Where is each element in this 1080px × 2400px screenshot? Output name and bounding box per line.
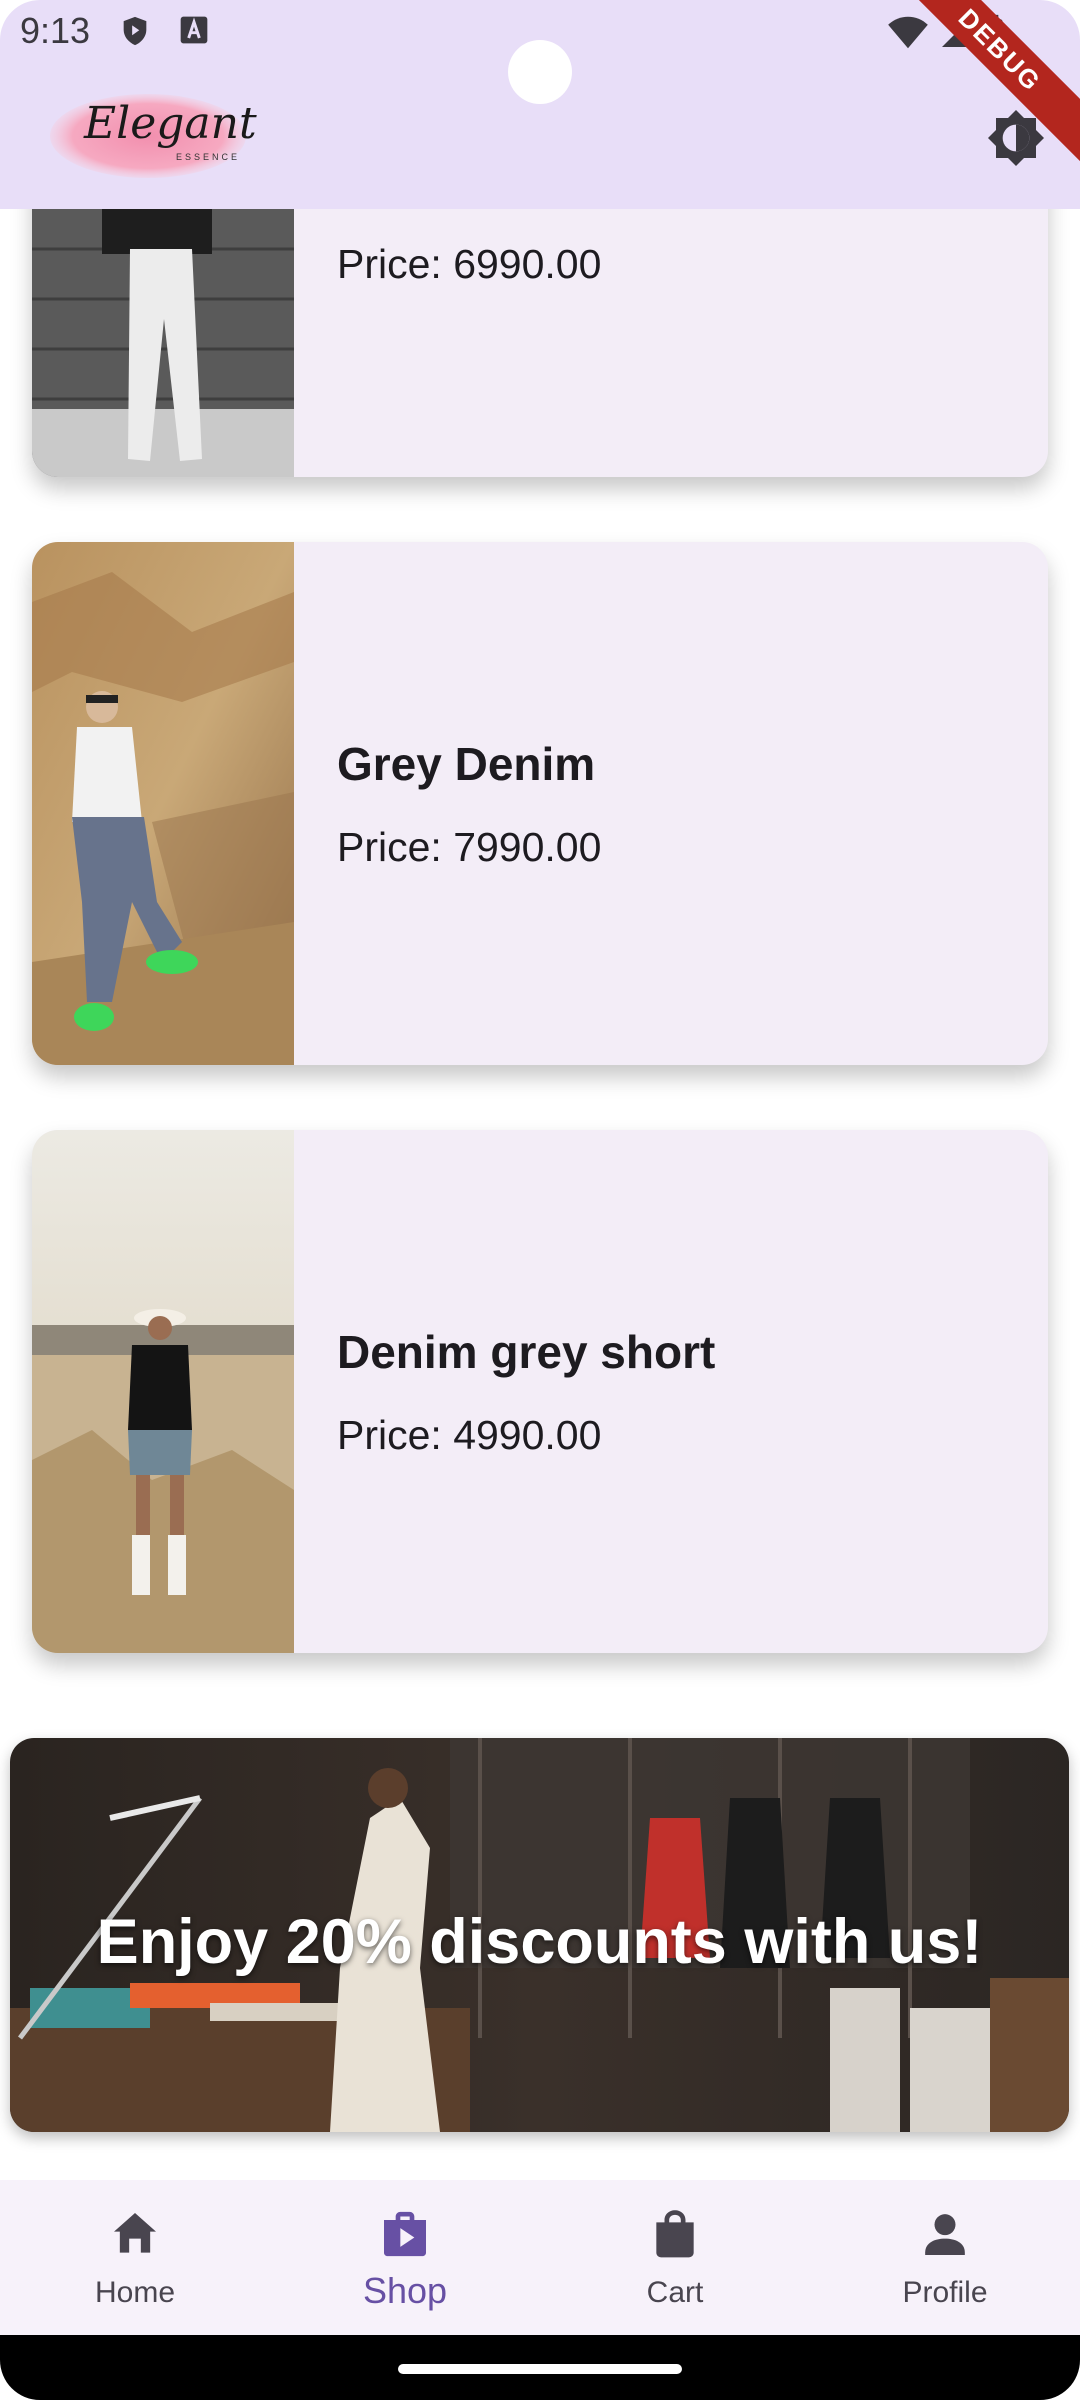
nav-item-shop[interactable]: Shop [270,2180,540,2335]
nav-label: Home [94,2276,176,2309]
product-card[interactable]: Grey Denim Price: 7990.00 [32,542,1048,1065]
cart-icon [656,2210,694,2258]
product-price: Price: 4990.00 [337,1412,602,1458]
wifi-icon [888,16,928,49]
product-price: Price: 6990.00 [337,241,602,287]
product-list[interactable]: Price: 6990.00 Grey Denim Price: 7990.00… [0,209,1080,2180]
product-image [32,209,294,477]
nav-item-profile[interactable]: Profile [810,2180,1080,2335]
nav-item-cart[interactable]: Cart [540,2180,810,2335]
home-icon [114,2213,156,2253]
front-camera [508,40,572,104]
promo-banner[interactable]: Enjoy 20% discounts with us! [10,1738,1069,2132]
product-price: Price: 7990.00 [337,824,602,870]
nav-item-home[interactable]: Home [0,2180,270,2335]
shop-icon [384,2211,426,2257]
nav-label: Shop [362,2270,448,2311]
home-gesture-handle[interactable] [398,2364,682,2374]
nav-label: Cart [646,2276,704,2309]
nav-label: Profile [902,2276,988,2309]
product-card[interactable]: Denim grey short Price: 4990.00 [32,1130,1048,1653]
bottom-navigation: Home Shop Cart Profile [0,2180,1080,2335]
shield-play-icon [123,16,147,46]
product-name: Denim grey short [337,1326,716,1378]
product-name: Grey Denim [337,738,596,790]
promo-text: Enjoy 20% discounts with us! [96,1907,983,1977]
text-a-icon [180,16,208,44]
product-image [32,1130,294,1653]
status-time: 9:13 [20,10,91,51]
product-card[interactable]: Price: 6990.00 [32,209,1048,477]
brand-logo: Elegant ESSENCE [48,92,257,180]
app-bar: 9:13 Elegant ESSENCE DEBUG [0,0,1080,209]
system-gesture-bar [0,2335,1080,2400]
profile-icon [925,2214,965,2255]
product-image [32,542,294,1065]
